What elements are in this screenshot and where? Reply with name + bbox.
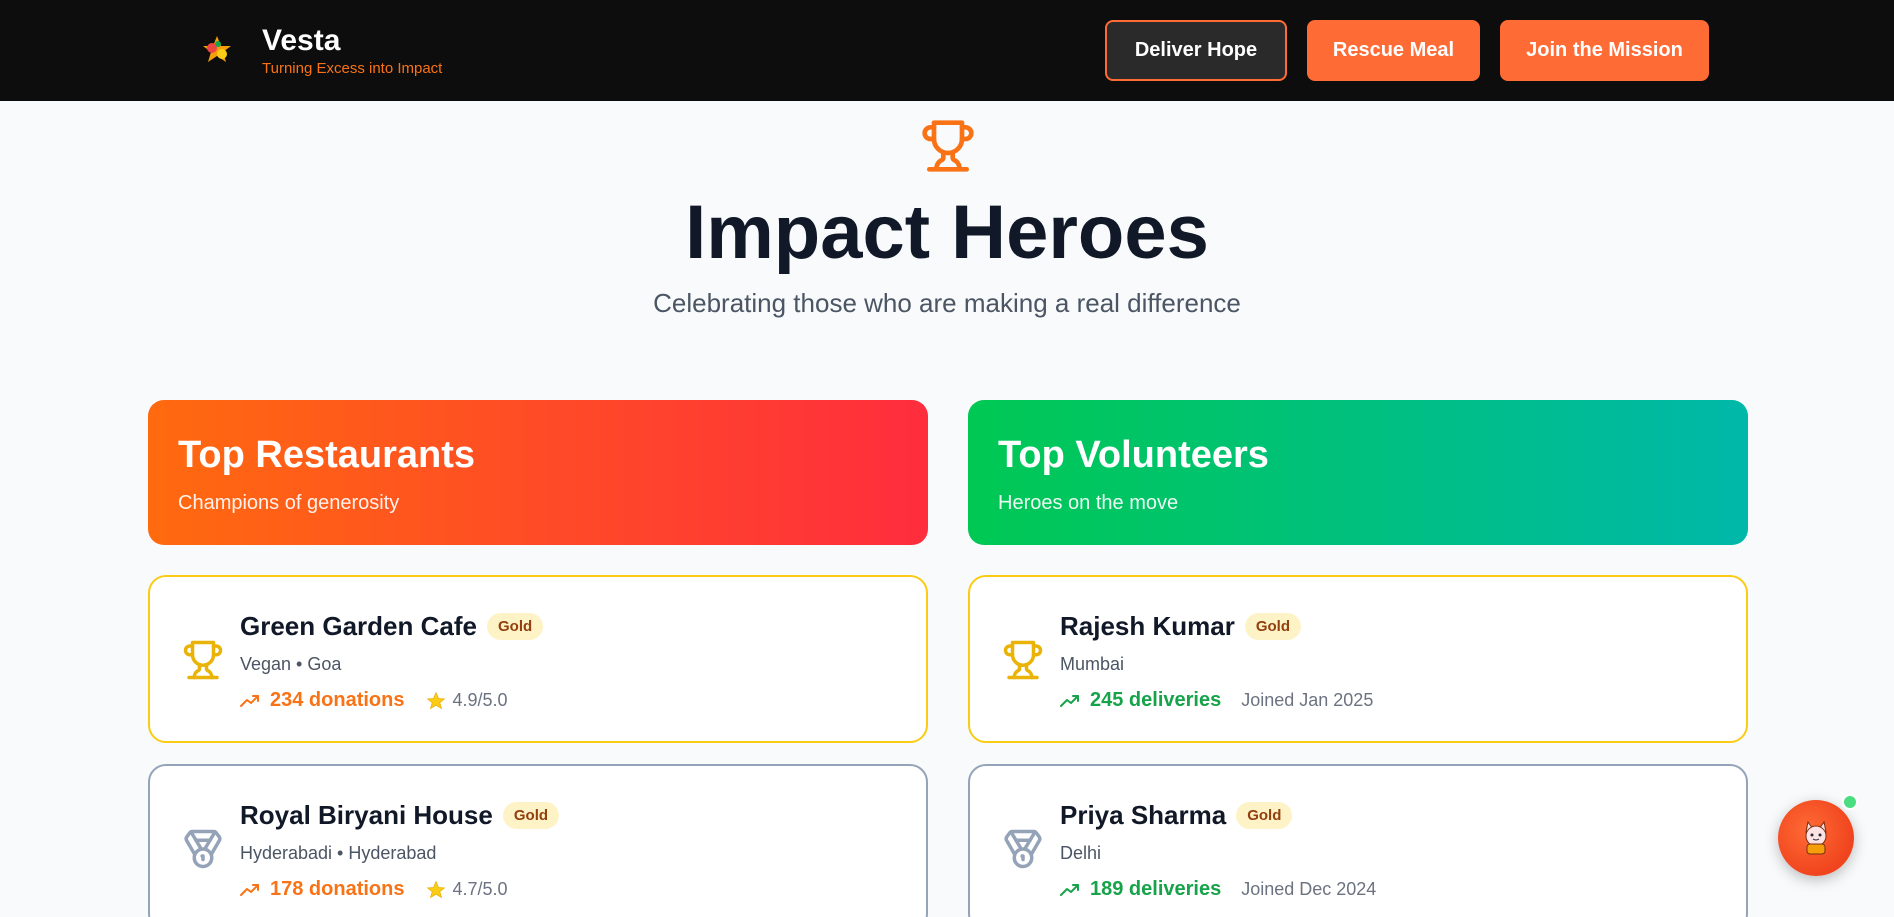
chat-assistant-button[interactable]: [1778, 800, 1854, 876]
restaurant-meta: Hyderabadi • Hyderabad: [240, 843, 437, 863]
top-restaurants-header: Top Restaurants Champions of generosity: [148, 400, 928, 545]
trending-up-icon: [240, 694, 259, 707]
volunteer-card[interactable]: Priya Sharma Gold Delhi 189 deliveries J…: [968, 764, 1748, 917]
tier-badge: Gold: [1244, 613, 1302, 640]
restaurant-name: Green Garden Cafe: [240, 611, 477, 641]
rating: 4.7/5.0: [452, 879, 508, 899]
tier-badge: Gold: [502, 802, 560, 829]
joined-date: Joined Jan 2025: [1241, 690, 1374, 710]
brand-name: Vesta: [262, 24, 341, 57]
trending-up-icon: [1060, 883, 1079, 896]
delivery-count: 189 deliveries: [1090, 878, 1222, 900]
trophy-icon: [1003, 640, 1043, 680]
section-subtitle: Champions of generosity: [178, 492, 400, 514]
restaurant-name: Royal Biryani House: [240, 800, 493, 830]
deliver-hope-button[interactable]: Deliver Hope: [1105, 20, 1287, 81]
volunteer-city: Delhi: [1060, 843, 1102, 863]
section-subtitle: Heroes on the move: [998, 492, 1179, 514]
medal-icon: [1004, 829, 1042, 869]
joined-date: Joined Dec 2024: [1241, 879, 1377, 899]
restaurant-meta: Vegan • Goa: [240, 654, 342, 674]
section-title: Top Volunteers: [998, 434, 1269, 476]
navbar: Vesta Turning Excess into Impact Deliver…: [0, 0, 1894, 101]
rating: 4.9/5.0: [452, 690, 508, 710]
trending-up-icon: [240, 883, 259, 896]
trophy-icon: [922, 120, 974, 172]
donation-count: 178 donations: [270, 878, 405, 900]
tier-badge: Gold: [1236, 802, 1293, 829]
delivery-count: 245 deliveries: [1090, 689, 1222, 711]
mascot-icon: [1805, 820, 1827, 855]
logo-icon: [203, 35, 231, 62]
trophy-icon: [183, 640, 223, 680]
restaurant-card[interactable]: Green Garden Cafe Gold Vegan • Goa 234 d…: [148, 575, 928, 743]
volunteer-city: Mumbai: [1060, 654, 1125, 674]
trending-up-icon: [1060, 694, 1079, 707]
online-status-dot: [1842, 794, 1858, 810]
medal-icon: [184, 829, 222, 869]
star-icon: [427, 880, 446, 898]
top-volunteers-header: Top Volunteers Heroes on the move: [968, 400, 1748, 545]
brand-tagline: Turning Excess into Impact: [262, 60, 443, 77]
volunteer-name: Rajesh Kumar: [1060, 611, 1235, 641]
star-icon: [427, 691, 446, 709]
brand[interactable]: Vesta Turning Excess into Impact: [200, 24, 442, 77]
page-title: Impact Heroes: [685, 190, 1209, 275]
volunteer-card[interactable]: Rajesh Kumar Gold Mumbai 245 deliveries …: [968, 575, 1748, 743]
volunteer-name: Priya Sharma: [1060, 800, 1227, 830]
donation-count: 234 donations: [270, 689, 405, 711]
restaurant-card[interactable]: Royal Biryani House Gold Hyderabadi • Hy…: [148, 764, 928, 917]
page-subtitle: Celebrating those who are making a real …: [653, 288, 1241, 318]
rescue-meal-button[interactable]: Rescue Meal: [1307, 20, 1480, 81]
join-mission-button[interactable]: Join the Mission: [1500, 20, 1709, 81]
section-title: Top Restaurants: [178, 434, 476, 476]
tier-badge: Gold: [486, 613, 544, 640]
